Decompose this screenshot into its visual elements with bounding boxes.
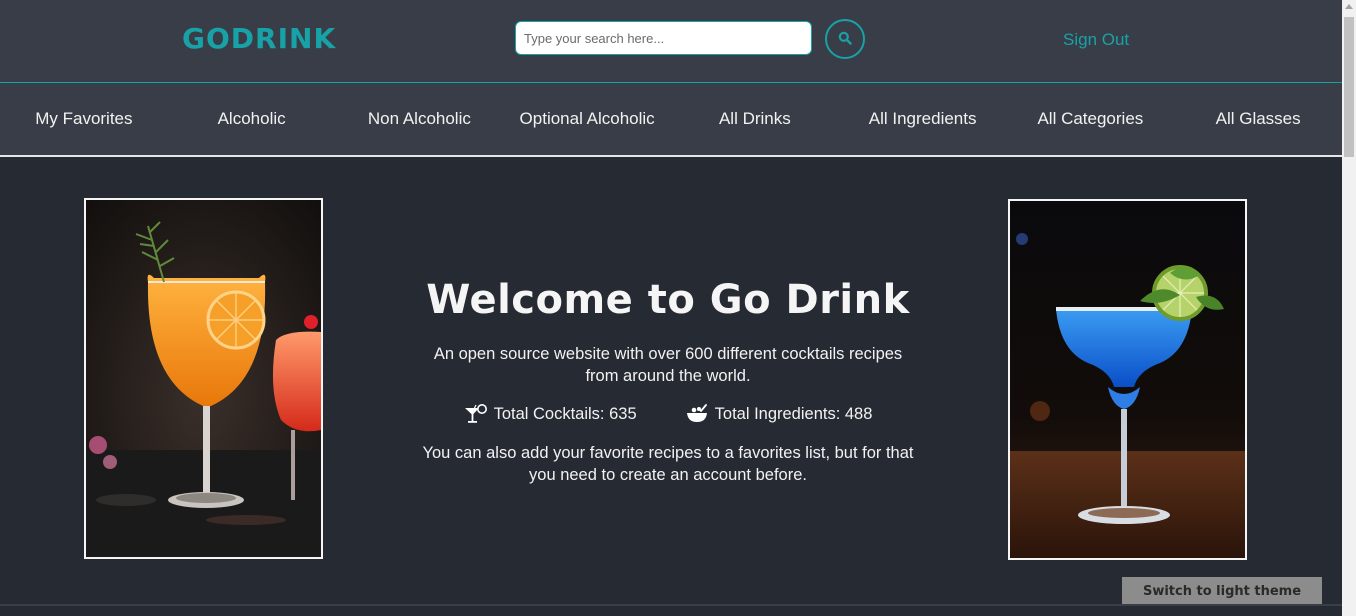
scroll-up-arrow-icon[interactable] xyxy=(1345,4,1353,9)
nav-alcoholic[interactable]: Alcoholic xyxy=(168,83,336,155)
nav-optional-alcoholic[interactable]: Optional Alcoholic xyxy=(503,83,671,155)
nav-all-drinks[interactable]: All Drinks xyxy=(671,83,839,155)
site-footer xyxy=(0,606,1342,616)
cocktails-stat: Total Cocktails: 635 xyxy=(464,404,637,424)
sign-out-link[interactable]: Sign Out xyxy=(1063,30,1129,50)
total-cocktails-label: Total Cocktails: 635 xyxy=(493,404,637,423)
favorites-note: You can also add your favorite recipes t… xyxy=(422,444,914,484)
scrollbar-thumb[interactable] xyxy=(1344,17,1354,157)
stats-row: Total Cocktails: 635 Total Ingredients: … xyxy=(418,401,918,427)
ingredients-stat: Total Ingredients: 488 xyxy=(685,404,873,424)
nav-non-alcoholic[interactable]: Non Alcoholic xyxy=(336,83,504,155)
welcome-section: Welcome to Go Drink An open source websi… xyxy=(0,157,1342,604)
site-header: GODRINK Sign Out xyxy=(0,0,1342,83)
nav-my-favorites[interactable]: My Favorites xyxy=(0,83,168,155)
intro-text: An open source website with over 600 dif… xyxy=(433,345,903,385)
nav-all-categories[interactable]: All Categories xyxy=(1007,83,1175,155)
mixing-bowl-icon xyxy=(685,404,709,424)
search-input[interactable] xyxy=(515,21,812,55)
total-ingredients-label: Total Ingredients: 488 xyxy=(714,404,873,423)
vertical-scrollbar[interactable] xyxy=(1342,0,1356,616)
switch-theme-button[interactable]: Switch to light theme xyxy=(1122,577,1322,606)
nav-all-glasses[interactable]: All Glasses xyxy=(1174,83,1342,155)
main-nav: My Favorites Alcoholic Non Alcoholic Opt… xyxy=(0,83,1342,157)
search-button[interactable] xyxy=(825,19,865,59)
welcome-title: Welcome to Go Drink xyxy=(426,277,910,323)
orange-cocktail-photo xyxy=(84,198,323,559)
blue-margarita-photo xyxy=(1008,199,1247,560)
site-logo[interactable]: GODRINK xyxy=(182,22,336,55)
cocktail-glass-icon xyxy=(464,404,488,424)
nav-all-ingredients[interactable]: All Ingredients xyxy=(839,83,1007,155)
search-icon xyxy=(838,31,852,48)
